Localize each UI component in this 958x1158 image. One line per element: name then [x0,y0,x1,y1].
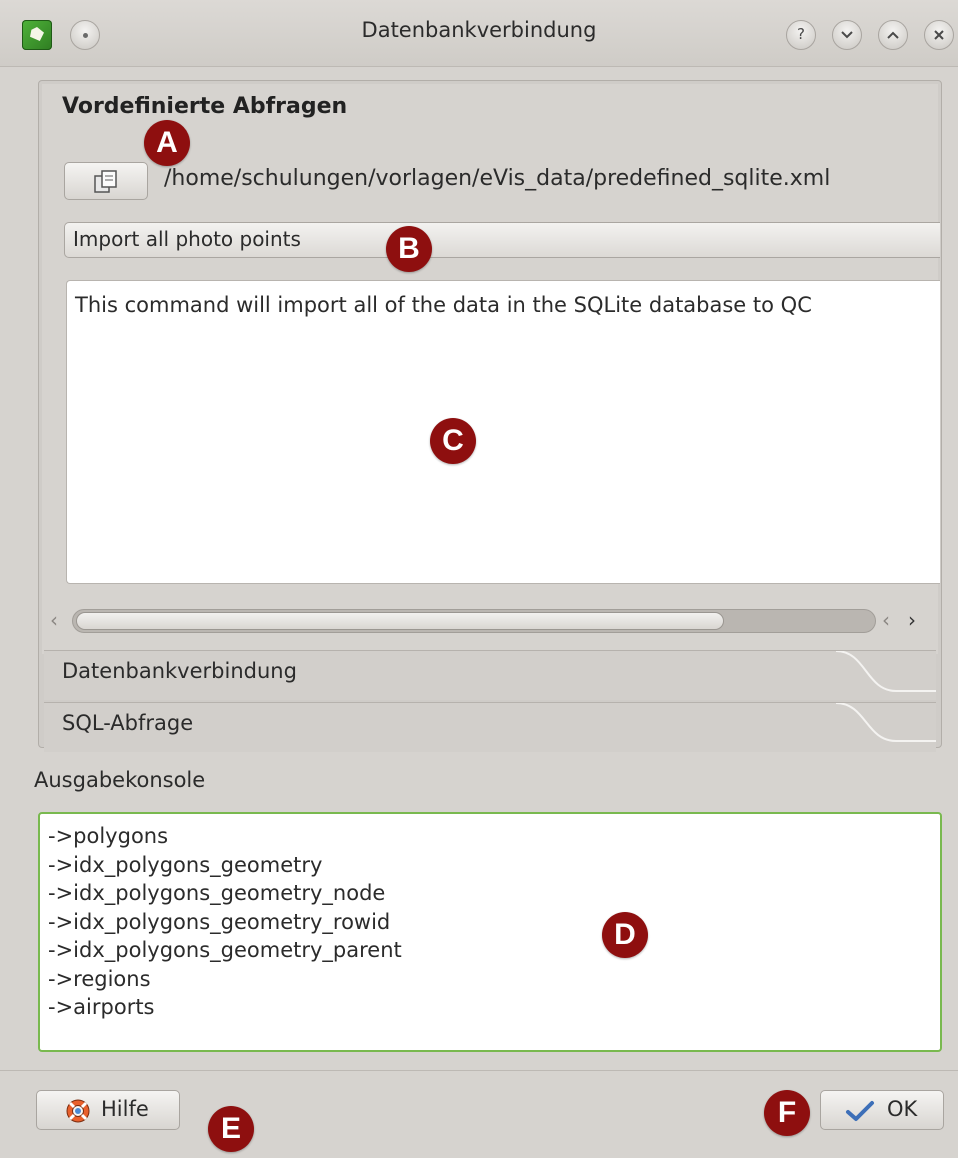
close-button[interactable] [924,20,954,50]
open-file-button[interactable] [64,162,148,200]
window-titlebar: Datenbankverbindung ? [0,0,958,67]
open-file-icon [94,170,117,193]
predefined-query-select[interactable]: Import all photo points [64,222,940,258]
output-console[interactable]: ->polygons ->idx_polygons_geometry ->idx… [38,812,942,1052]
minimize-button[interactable] [832,20,862,50]
chevron-down-icon [841,31,853,39]
callout-a: A [144,120,190,166]
scrollbar-track[interactable] [72,609,876,633]
console-line: ->regions [48,966,151,991]
lifebuoy-icon [66,1099,90,1123]
tab-curve-decoration [836,703,936,742]
group-title: Vordefinierte Abfragen [62,94,348,119]
query-description-area[interactable]: This command will import all of the data… [66,280,940,584]
scroll-left-icon[interactable]: ‹ [50,608,58,632]
console-line: ->idx_polygons_geometry_node [48,881,386,905]
scroll-left-small-icon[interactable]: ‹ [882,608,890,632]
tab-sql-abfrage[interactable]: SQL-Abfrage [44,702,936,752]
maximize-button[interactable] [878,20,908,50]
help-button[interactable]: Hilfe [36,1090,180,1130]
tab-datenbankverbindung[interactable]: Datenbankverbindung [44,650,936,700]
callout-d: D [602,912,648,958]
scrollbar-thumb[interactable] [76,612,724,630]
output-console-label: Ausgabekonsole [34,768,206,792]
query-file-path: /home/schulungen/vorlagen/eVis_data/pred… [164,166,831,191]
callout-b: B [386,226,432,272]
console-line: ->idx_polygons_geometry_parent [48,938,402,962]
ok-button-label: OK [887,1097,918,1121]
console-line: ->idx_polygons_geometry_rowid [48,909,391,934]
callout-e: E [208,1106,254,1152]
tab-label: Datenbankverbindung [62,659,297,683]
help-button-label: Hilfe [101,1097,149,1121]
selected-query-label: Import all photo points [73,227,301,251]
console-lines: ->polygons ->idx_polygons_geometry ->idx… [48,822,402,1022]
checkmark-icon [846,1101,874,1121]
console-line: ->polygons [48,824,169,848]
callout-c: C [430,418,476,464]
chevron-up-icon [887,31,899,39]
console-line: ->airports [48,995,155,1019]
callout-f: F [764,1090,810,1136]
tab-label: SQL-Abfrage [62,711,194,735]
scroll-right-icon[interactable]: › [908,608,916,632]
horizontal-scrollbar[interactable]: ‹ ‹ › [46,606,934,636]
help-window-button[interactable]: ? [786,20,816,50]
question-icon: ? [797,25,805,43]
close-icon [934,30,944,40]
console-line: ->idx_polygons_geometry [48,852,323,877]
tab-curve-decoration [836,651,936,692]
ok-button[interactable]: OK [820,1090,944,1130]
query-description-text: This command will import all of the data… [75,293,812,317]
footer-separator [0,1070,958,1071]
